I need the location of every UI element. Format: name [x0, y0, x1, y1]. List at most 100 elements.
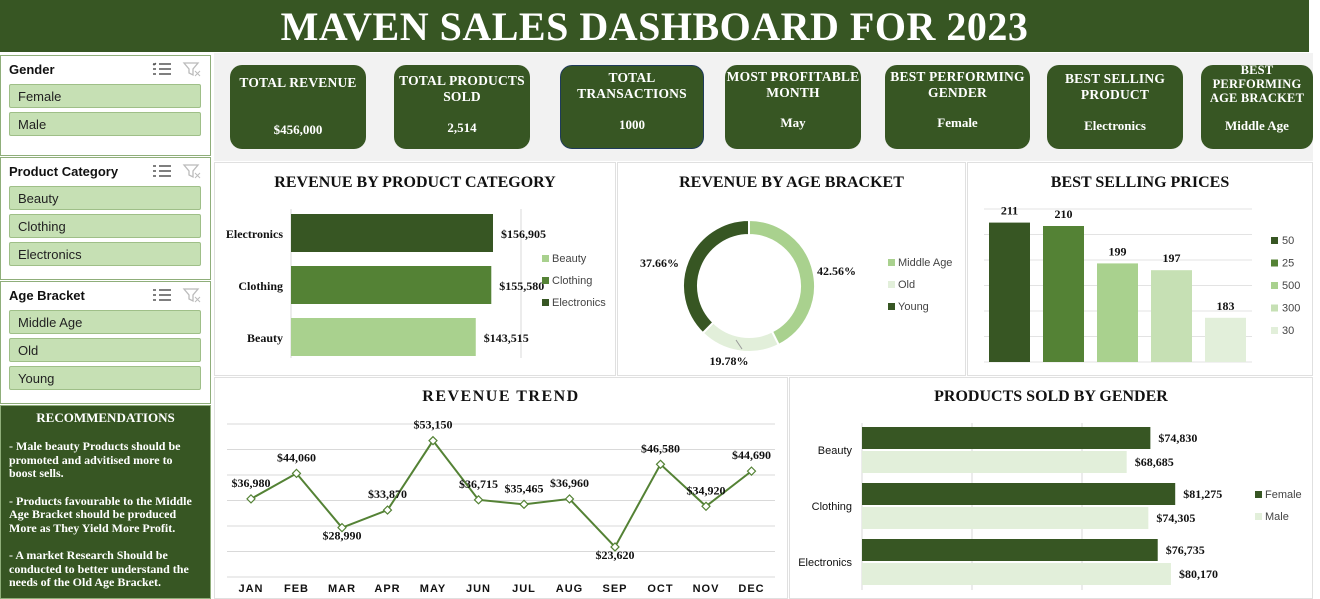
x-tick-label: OCT	[647, 583, 673, 595]
bar	[291, 318, 476, 356]
data-label: $80,170	[1179, 567, 1218, 581]
slicer-item-middle-age[interactable]: Middle Age	[9, 310, 201, 334]
data-label: $143,515	[484, 331, 529, 345]
x-tick-label: FEB	[284, 583, 309, 595]
product-category-slicer: Product Category Beauty Clothing Electro…	[0, 157, 211, 280]
slicer-title: Gender	[9, 61, 55, 77]
data-label: $155,580	[499, 279, 544, 293]
kpi-title: BEST PERFORMING GENDER	[890, 69, 1025, 100]
legend-label: 30	[1282, 325, 1294, 337]
legend-label: 25	[1282, 258, 1294, 270]
data-point	[246, 494, 256, 504]
legend-swatch	[1271, 282, 1278, 289]
bar	[862, 451, 1127, 473]
data-label: 210	[1055, 207, 1073, 221]
kpi-value: $456,000	[273, 122, 323, 137]
revenue-by-age-chart: 42.56% 19.78% 37.66% Middle Age Old Young	[640, 218, 952, 368]
x-tick-label: MAY	[420, 583, 446, 595]
x-tick-label: AUG	[556, 583, 583, 595]
data-label: $34,920	[687, 483, 726, 497]
legend-swatch	[542, 255, 549, 262]
data-label: $53,150	[414, 418, 453, 432]
kpi-value: Female	[937, 115, 978, 130]
data-label: $81,275	[1183, 487, 1222, 501]
multi-select-icon[interactable]	[152, 61, 172, 77]
data-label: $44,690	[732, 448, 771, 462]
x-tick-label: NOV	[693, 583, 720, 595]
data-label: $36,960	[550, 476, 589, 490]
clear-filter-icon[interactable]	[182, 61, 202, 77]
slicer-item-female[interactable]: Female	[9, 84, 201, 108]
multi-select-icon[interactable]	[152, 287, 172, 303]
legend-swatch	[888, 259, 895, 266]
data-label: $156,905	[501, 227, 546, 241]
category-label: Clothing	[812, 501, 852, 513]
slicer-item-old[interactable]: Old	[9, 338, 201, 362]
data-label: $28,990	[323, 529, 362, 543]
revenue-by-category-chart: Electronics $156,905 Clothing $155,580 Beaut…	[226, 209, 606, 358]
slicer-item-young[interactable]: Young	[9, 366, 201, 390]
data-label: 183	[1217, 299, 1235, 313]
kpi-most-profitable-month: MOST PROFITABLE MONTH May	[725, 65, 861, 149]
kpi-total-revenue: TOTAL REVENUE $456,000	[230, 65, 366, 149]
legend-swatch	[542, 277, 549, 284]
kpi-total-products-sold: TOTAL PRODUCTS SOLD 2,514	[394, 65, 530, 149]
kpi-value: 2,514	[447, 120, 477, 135]
revenue-by-category-panel: REVENUE BY PRODUCT CATEGORY Electronics $…	[214, 162, 616, 376]
legend-label: Middle Age	[898, 257, 952, 269]
slicer-title: Product Category	[9, 163, 119, 179]
products-by-gender-chart: $74,830 $68,685 Beauty $81,275 $74,305 Clothi…	[798, 423, 1302, 590]
slicer-item-male[interactable]: Male	[9, 112, 201, 136]
clear-filter-icon[interactable]	[182, 163, 202, 179]
legend-label: 50	[1282, 235, 1294, 247]
bar	[862, 563, 1171, 585]
slicer-item-electronics[interactable]: Electronics	[9, 242, 201, 266]
legend-label: Female	[1265, 489, 1302, 501]
legend-swatch	[1255, 491, 1262, 498]
category-label: Electronics	[226, 227, 283, 241]
legend-swatch	[1255, 513, 1262, 520]
clear-filter-icon[interactable]	[182, 287, 202, 303]
category-label: Electronics	[798, 557, 852, 569]
kpi-title: TOTAL TRANSACTIONS	[577, 70, 687, 101]
legend-label: Male	[1265, 511, 1289, 523]
category-label: Beauty	[247, 331, 283, 345]
donut-slice	[682, 218, 750, 335]
data-label: 199	[1109, 244, 1127, 258]
revenue-trend-chart: $36,980 JAN $44,060 FEB $28,990 MAR $33,870 APR…	[227, 418, 775, 595]
data-label: $74,830	[1158, 431, 1197, 445]
data-label: $46,580	[641, 441, 680, 455]
donut-slice	[748, 218, 816, 347]
bar	[862, 427, 1151, 449]
kpi-value: Middle Age	[1225, 118, 1289, 133]
products-by-gender-panel: PRODUCTS SOLD BY GENDER $74,830 $68,685 Be…	[789, 377, 1313, 599]
kpi-title: MOST PROFITABLE MONTH	[726, 69, 860, 100]
kpi-title: BEST PERFORMING AGE BRACKET	[1209, 63, 1305, 105]
gender-slicer: Gender Female Male	[0, 55, 211, 156]
dashboard-header: MAVEN SALES DASHBOARD FOR 2023	[0, 0, 1309, 52]
legend-swatch	[1271, 259, 1278, 267]
x-tick-label: APR	[374, 583, 400, 595]
recommendations-title: RECOMMENDATIONS	[36, 410, 175, 425]
data-label: 211	[1001, 204, 1018, 218]
data-label: $33,870	[368, 487, 407, 501]
legend-label: Beauty	[552, 253, 587, 265]
multi-select-icon[interactable]	[152, 163, 172, 179]
legend-label: 500	[1282, 280, 1300, 292]
x-tick-label: MAR	[328, 583, 356, 595]
bar	[862, 507, 1149, 529]
kpi-value: 1000	[619, 117, 645, 132]
data-label: $23,620	[596, 548, 635, 562]
kpi-title: TOTAL PRODUCTS SOLD	[399, 73, 525, 104]
data-label: $36,980	[232, 476, 271, 490]
legend-label: Old	[898, 279, 915, 291]
slicer-item-clothing[interactable]: Clothing	[9, 214, 201, 238]
best-selling-prices-chart: 211 210 199 197 183 50 25 500 300 30	[984, 204, 1300, 363]
data-label: 42.56%	[817, 264, 856, 278]
revenue-trend-panel: REVENUE TREND $36,980 JAN $44,060 FEB $28,99…	[214, 377, 788, 599]
slicer-item-beauty[interactable]: Beauty	[9, 186, 201, 210]
revenue-by-age-panel: REVENUE BY AGE BRACKET 42.56% 19.78% 37.66…	[617, 162, 966, 376]
data-label: $74,305	[1156, 511, 1195, 525]
bar	[862, 483, 1176, 505]
dashboard-title: MAVEN SALES DASHBOARD FOR 2023	[280, 3, 1029, 49]
